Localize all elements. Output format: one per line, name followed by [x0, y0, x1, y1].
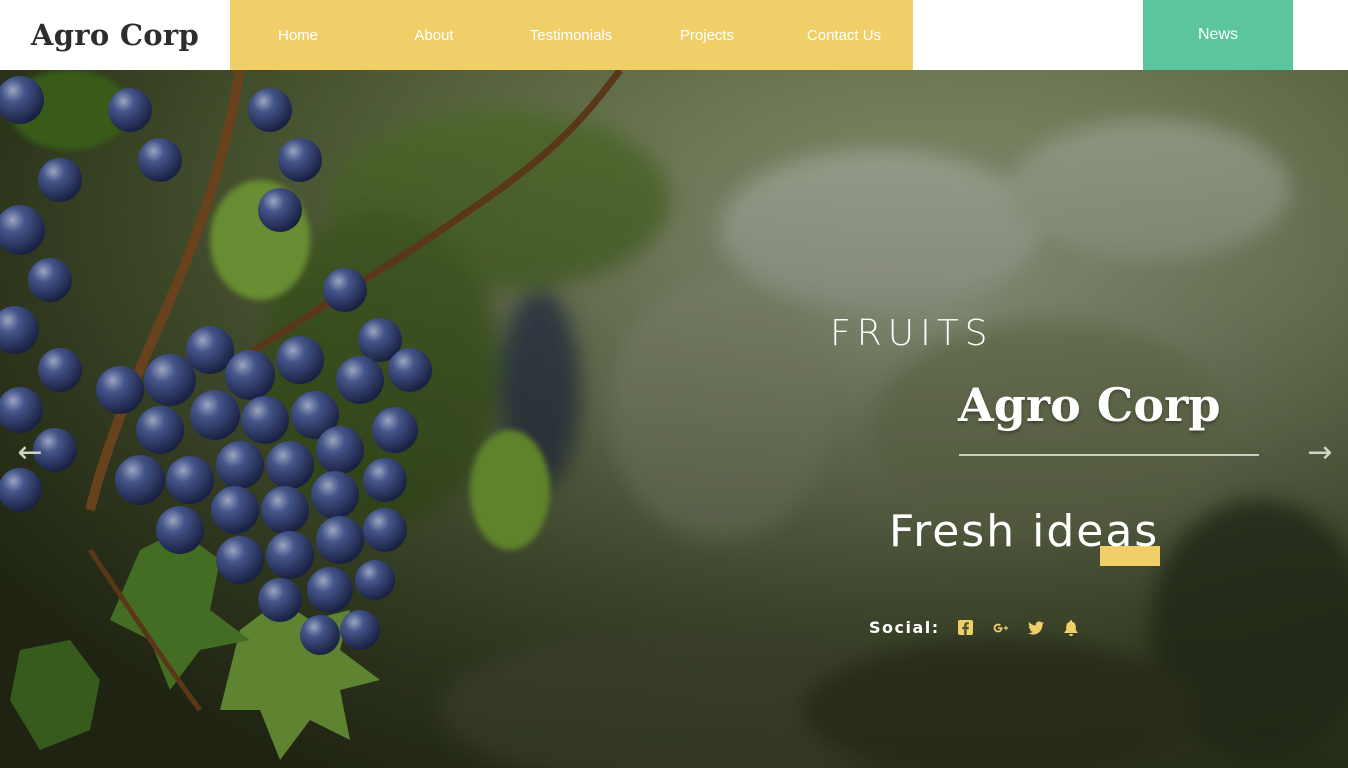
- hero-slider: ← → FRUITS Agro Corp Fresh ideas Social:: [0, 70, 1348, 768]
- social-label: Social:: [869, 618, 940, 637]
- nav-item-about[interactable]: About: [366, 0, 502, 70]
- slider-prev-arrow-icon[interactable]: ←: [10, 438, 50, 468]
- hero-subtitle: FRUITS: [830, 313, 994, 354]
- hero-divider: [959, 454, 1259, 456]
- nav-item-testimonials[interactable]: Testimonials: [503, 0, 639, 70]
- nav-item-home[interactable]: Home: [230, 0, 366, 70]
- site-header: Agro Corp Home About Testimonials Projec…: [0, 0, 1348, 70]
- slider-next-arrow-icon[interactable]: →: [1300, 438, 1340, 468]
- main-nav: Home About Testimonials Projects Contact…: [230, 0, 913, 70]
- twitter-icon[interactable]: [1027, 620, 1044, 636]
- google-plus-icon[interactable]: [993, 620, 1009, 636]
- facebook-icon[interactable]: [958, 620, 974, 636]
- hero-tagline: Fresh ideas: [889, 506, 1160, 557]
- nav-item-projects[interactable]: Projects: [639, 0, 775, 70]
- site-logo[interactable]: Agro Corp: [0, 0, 230, 70]
- social-links: Social:: [869, 618, 1098, 637]
- hero-brand-title: Agro Corp: [958, 378, 1221, 432]
- nav-item-contact-us[interactable]: Contact Us: [776, 0, 912, 70]
- news-button[interactable]: News: [1143, 0, 1293, 70]
- bell-icon[interactable]: [1063, 619, 1079, 636]
